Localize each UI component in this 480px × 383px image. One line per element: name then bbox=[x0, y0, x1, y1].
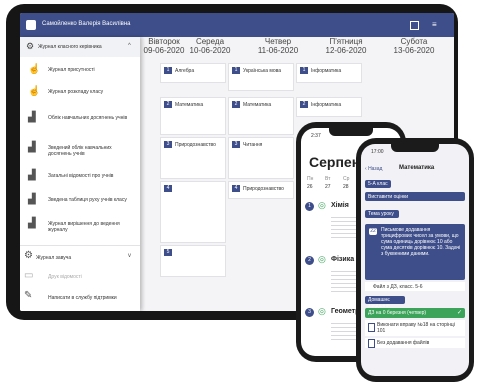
gear-icon: ⚙ bbox=[24, 250, 33, 261]
chevron-up-icon: ^ bbox=[128, 43, 131, 49]
lesson-cell[interactable]: 2 Інформатика bbox=[296, 97, 362, 117]
chevron-down-icon: v bbox=[128, 253, 131, 259]
lesson-topic-card: 22 Письмове додавання трицифрових чисел … bbox=[365, 224, 465, 280]
check-circle-icon: ◎ bbox=[318, 254, 326, 264]
menu-item-print: ▭ Друк відомості bbox=[24, 270, 82, 281]
printer-icon: ▭ bbox=[24, 270, 34, 281]
menu-item-journal-rules[interactable]: ▟ Журнал вирішення до ведення журналу bbox=[20, 219, 140, 239]
document-icon bbox=[368, 323, 375, 332]
menu-item-summary-achievements[interactable]: ▟ Зведений облік навчальних досягнень уч… bbox=[20, 143, 140, 163]
menu-item-attendance[interactable]: ☝ Журнал присутності bbox=[20, 65, 140, 81]
check-circle-icon: ◎ bbox=[318, 306, 326, 316]
lesson-cell[interactable]: 3 Природознавство bbox=[160, 137, 226, 179]
top-app-bar: Самойленко Валерія Василівна ≡ bbox=[20, 13, 454, 37]
homework-item: Виконати вправу №18 на сторінці 101 bbox=[365, 320, 465, 336]
bar-chart-icon: ▟ bbox=[28, 218, 36, 229]
lesson-cell[interactable]: 2 Математика bbox=[228, 97, 294, 135]
side-menu: ⚙ Журнал класного керівника ^ ☝ Журнал п… bbox=[20, 37, 140, 311]
grid-icon[interactable] bbox=[410, 21, 419, 30]
back-button[interactable]: ‹ Назад bbox=[365, 166, 382, 172]
hand-icon: ☝ bbox=[28, 86, 41, 97]
menu-icon[interactable]: ≡ bbox=[432, 20, 437, 29]
lesson-topic-label: Тема уроку bbox=[365, 210, 399, 218]
pencil-icon: ✎ bbox=[24, 290, 33, 301]
screen-title: Математика bbox=[399, 165, 435, 171]
homework-files: Без додавання файлів bbox=[365, 338, 465, 348]
hand-icon: ☝ bbox=[28, 64, 41, 75]
menu-section-divider bbox=[20, 245, 140, 246]
phone-notch bbox=[329, 128, 373, 136]
homework-header[interactable]: ДЗ на 0 березня (четвер) ✓ bbox=[365, 308, 465, 318]
class-chip: 5-А клас bbox=[365, 180, 391, 188]
homework-label: Домашнє завдання bbox=[365, 296, 405, 309]
menu-section-head-teacher[interactable]: ⚙ Журнал завуча v bbox=[20, 251, 140, 267]
status-time: 17:00 bbox=[371, 149, 384, 155]
lesson-cell[interactable]: 2 Математика bbox=[160, 97, 226, 135]
attached-file[interactable]: Файл з ДЗ, класс. 5-6 bbox=[365, 282, 465, 291]
day-header-saturday: Субота 13-06-2020 bbox=[393, 37, 435, 55]
phone-lesson-device: 17:00 ‹ Назад Математика 5-А клас Вистав… bbox=[356, 138, 474, 382]
bar-chart-icon: ▟ bbox=[28, 194, 36, 205]
menu-section-title: Журнал класного керівника bbox=[38, 44, 102, 50]
bar-chart-icon: ▟ bbox=[28, 112, 36, 123]
app-logo-icon bbox=[26, 20, 36, 30]
menu-item-achievements[interactable]: ▟ Облік навчальних досягнень учнів bbox=[20, 113, 140, 133]
lesson-cell[interactable]: 4 Природознавство bbox=[228, 181, 294, 199]
status-time: 2:37 bbox=[311, 133, 321, 139]
menu-item-students-info[interactable]: ▟ Загальні відомості про учнів bbox=[20, 171, 140, 187]
user-name: Самойленко Валерія Василівна bbox=[42, 21, 131, 27]
bar-chart-icon: ▟ bbox=[28, 142, 36, 153]
lesson-cell[interactable]: 5 bbox=[160, 245, 226, 277]
lesson-cell[interactable]: 1 Інформатика bbox=[296, 63, 362, 83]
phone-lesson-screen: 17:00 ‹ Назад Математика 5-А клас Вистав… bbox=[361, 144, 469, 376]
gear-icon: ⚙ bbox=[26, 41, 35, 51]
lesson-cell[interactable]: 4 bbox=[160, 181, 226, 243]
check-icon: ✓ bbox=[457, 310, 463, 316]
lesson-cell[interactable]: 1 Алгебра bbox=[160, 63, 226, 83]
bar-chart-icon: ▟ bbox=[28, 170, 36, 181]
lesson-cell[interactable]: 1 Українська мова bbox=[228, 63, 294, 91]
set-grades-button[interactable]: Виставити оцінки bbox=[365, 192, 465, 201]
menu-item-movement-table[interactable]: ▟ Зведена таблиця руху учнів класу bbox=[20, 195, 140, 211]
menu-item-support[interactable]: ✎ Написати в службу підтримки bbox=[20, 291, 140, 305]
lesson-cell[interactable]: 3 Читання bbox=[228, 137, 294, 179]
phone-notch bbox=[391, 144, 439, 152]
lesson-number-badge: 22 bbox=[369, 228, 377, 235]
menu-item-schedule[interactable]: ☝ Журнал розкладу класу bbox=[20, 87, 140, 103]
document-icon bbox=[368, 339, 375, 348]
nav-bar: ‹ Назад Математика bbox=[361, 164, 469, 176]
menu-section-header[interactable]: ⚙ Журнал класного керівника ^ bbox=[20, 37, 140, 57]
check-circle-icon: ◎ bbox=[318, 200, 326, 210]
